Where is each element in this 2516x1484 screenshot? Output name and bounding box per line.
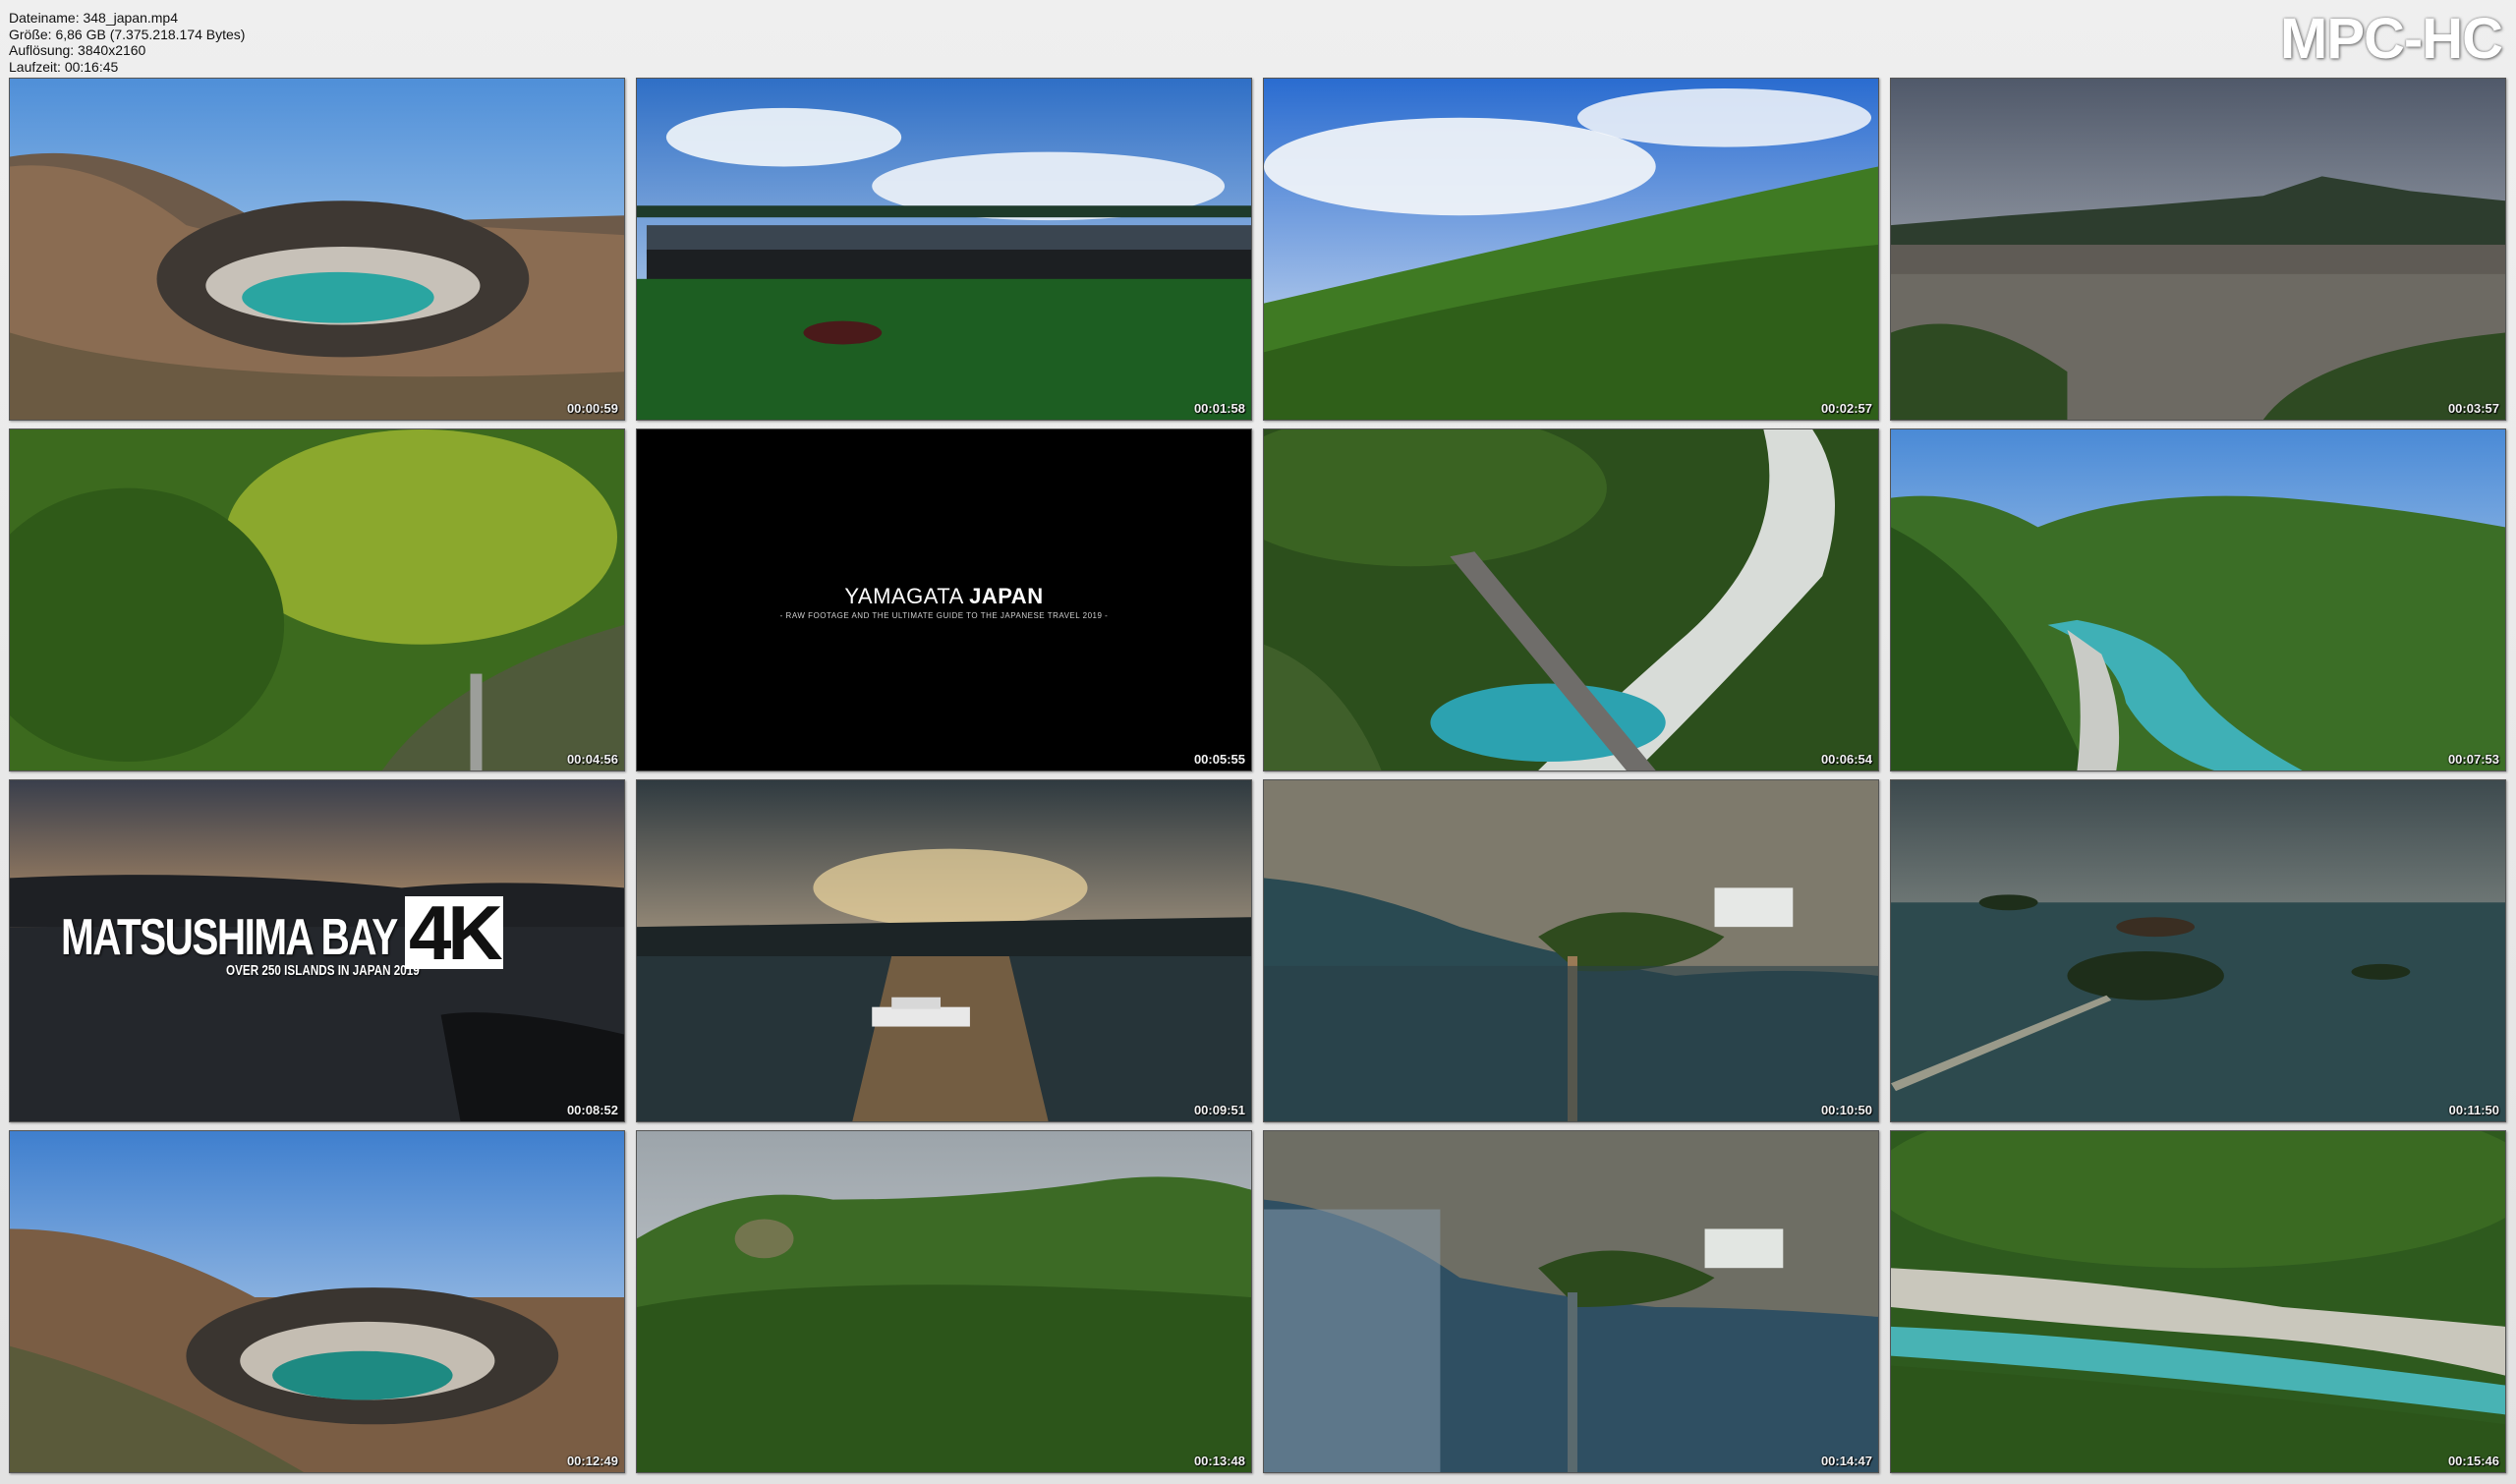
app-logo: MPC-HC <box>2280 7 2503 71</box>
timestamp: 00:05:55 <box>1193 752 1245 767</box>
title-card-subtitle: - RAW FOOTAGE AND THE ULTIMATE GUIDE TO … <box>779 611 1109 620</box>
timestamp: 00:04:56 <box>566 752 618 767</box>
timestamp: 00:13:48 <box>1193 1454 1245 1468</box>
thumbnail-grid: 00:00:59 00:01:58 00:02:57 00:03:57 00:0… <box>9 78 2506 1473</box>
timestamp: 00:11:50 <box>2448 1103 2499 1117</box>
file-duration: Laufzeit: 00:16:45 <box>9 58 119 75</box>
thumbnail-4[interactable]: 00:03:57 <box>1890 78 2506 421</box>
timestamp: 00:12:49 <box>566 1454 618 1468</box>
thumbnail-15[interactable]: 00:14:47 <box>1263 1130 1879 1473</box>
overlay-subtitle: OVER 250 ISLANDS IN JAPAN 2019 <box>226 962 420 979</box>
file-size: Größe: 6,86 GB (7.375.218.174 Bytes) <box>9 26 246 42</box>
timestamp: 00:14:47 <box>1820 1454 1872 1468</box>
timestamp: 00:10:50 <box>1820 1103 1872 1117</box>
timestamp: 00:09:51 <box>1193 1103 1245 1117</box>
thumbnail-10[interactable]: 00:09:51 <box>636 779 1252 1122</box>
timestamp: 00:07:53 <box>2447 752 2499 767</box>
thumbnail-2[interactable]: 00:01:58 <box>636 78 1252 421</box>
timestamp: 00:08:52 <box>566 1103 618 1117</box>
timestamp: 00:00:59 <box>566 401 618 416</box>
timestamp: 00:06:54 <box>1820 752 1872 767</box>
timestamp: 00:01:58 <box>1193 401 1245 416</box>
thumbnail-8[interactable]: 00:07:53 <box>1890 428 2506 771</box>
thumbnail-6[interactable]: YAMAGATA JAPAN - RAW FOOTAGE AND THE ULT… <box>636 428 1252 771</box>
title-card-heading: YAMAGATA JAPAN <box>844 584 1044 608</box>
overlay-title: MATSUSHIMA BAY <box>61 909 398 966</box>
thumbnail-9[interactable]: MATSUSHIMA BAY OVER 250 ISLANDS IN JAPAN… <box>9 779 625 1122</box>
thumbnail-5[interactable]: 00:04:56 <box>9 428 625 771</box>
timestamp: 00:02:57 <box>1820 401 1872 416</box>
thumbnail-11[interactable]: 00:10:50 <box>1263 779 1879 1122</box>
thumbnail-1[interactable]: 00:00:59 <box>9 78 625 421</box>
thumbnail-7[interactable]: 00:06:54 <box>1263 428 1879 771</box>
file-info: Dateiname: 348_japan.mp4 Größe: 6,86 GB … <box>9 10 245 75</box>
timestamp: 00:15:46 <box>2447 1454 2499 1468</box>
overlay-4k-badge: 4K <box>405 894 503 971</box>
thumbnail-16[interactable]: 00:15:46 <box>1890 1130 2506 1473</box>
file-name: Dateiname: 348_japan.mp4 <box>9 10 179 26</box>
sheet-header: Dateiname: 348_japan.mp4 Größe: 6,86 GB … <box>0 0 2516 77</box>
timestamp: 00:03:57 <box>2447 401 2499 416</box>
thumbnail-3[interactable]: 00:02:57 <box>1263 78 1879 421</box>
thumbnail-13[interactable]: 00:12:49 <box>9 1130 625 1473</box>
file-resolution: Auflösung: 3840x2160 <box>9 42 146 58</box>
thumbnail-12[interactable]: 00:11:50 <box>1890 779 2506 1122</box>
thumbnail-14[interactable]: 00:13:48 <box>636 1130 1252 1473</box>
